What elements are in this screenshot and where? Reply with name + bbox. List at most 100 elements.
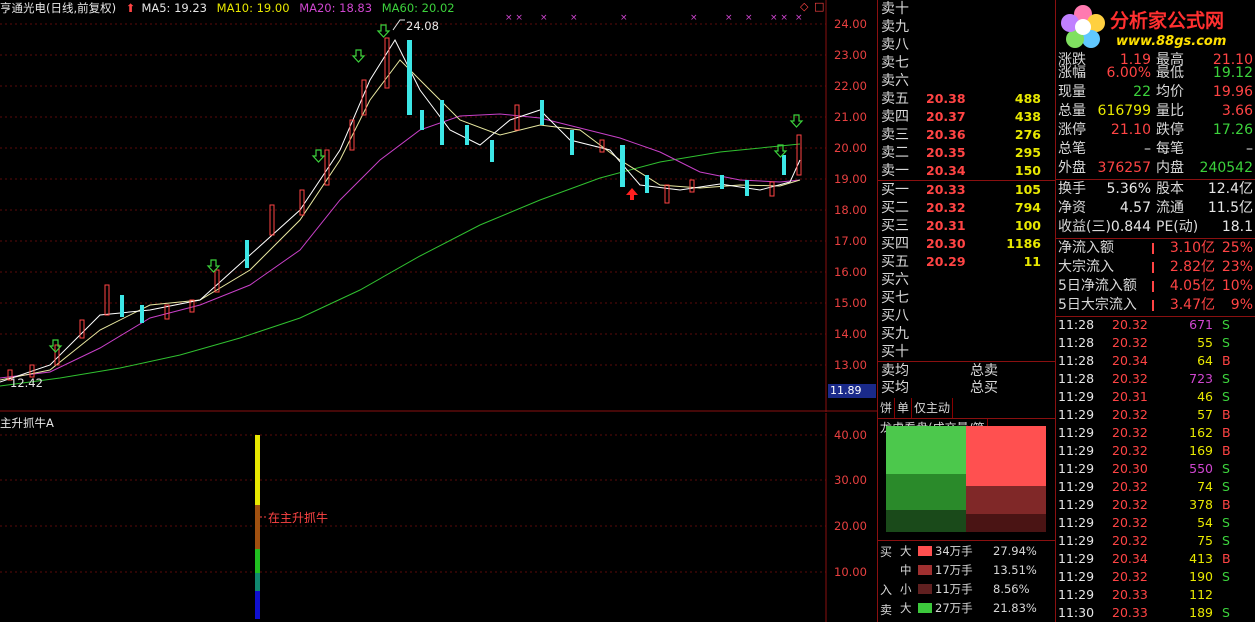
tab-pie[interactable]: 饼	[878, 398, 896, 418]
axis-label: 18.00	[834, 203, 867, 217]
tick-row[interactable]: 11:29 20.31 46 S	[1056, 388, 1255, 406]
tick-row[interactable]: 11:30 20.33 189 S	[1056, 604, 1255, 622]
svg-text:×: ×	[745, 13, 753, 23]
axis-label: 10.00	[834, 565, 867, 579]
order-book: 卖十 卖九 卖八 卖七 卖六 卖五 20.38 488 卖四 20.37 438 卖三 2…	[878, 0, 1055, 398]
indicator-axis: 40.00 30.00 20.00 10.00	[830, 413, 878, 622]
ask-row[interactable]: 卖十	[878, 0, 1055, 18]
tick-row[interactable]: 11:29 20.32 169 B	[1056, 442, 1255, 460]
ask-row[interactable]: 卖四 20.37 438	[878, 108, 1055, 126]
bid-row[interactable]: 买二 20.32 794	[878, 199, 1055, 217]
indicator-svg	[0, 413, 827, 622]
bid-row[interactable]: 买七	[878, 289, 1055, 307]
bid-row[interactable]: 买三 20.31 100	[878, 217, 1055, 235]
axis-label: 20.00	[834, 519, 867, 533]
flower-logo-icon	[1061, 5, 1105, 48]
tick-row[interactable]: 11:29 20.32 74 S	[1056, 478, 1255, 496]
tick-row[interactable]: 11:29 20.32 162 B	[1056, 424, 1255, 442]
bid-row[interactable]: 买五 20.29 11	[878, 253, 1055, 271]
axis-label: 17.00	[834, 234, 867, 248]
fund-flow-row: 5日大宗流入 3.47亿 9%	[1058, 297, 1253, 313]
svg-text:×: ×	[725, 13, 733, 23]
tick-row[interactable]: 11:28 20.32 723 S	[1056, 370, 1255, 388]
bid-row[interactable]: 买六	[878, 271, 1055, 289]
svg-text:×: ×	[570, 13, 578, 23]
flow-row: 大 27万手 21.83%	[900, 601, 1037, 615]
ask-row[interactable]: 卖六	[878, 72, 1055, 90]
logo: 分析家公式网 www.88gs.com	[1056, 0, 1255, 56]
svg-text:×: ×	[795, 13, 803, 23]
axis-label: 19.00	[834, 172, 867, 186]
indicator-annotation: 在主升抓牛	[268, 511, 329, 525]
logo-url: www.88gs.com	[1116, 34, 1227, 49]
bid-row[interactable]: 买四 20.30 1186	[878, 235, 1055, 253]
bid-row[interactable]: 买八	[878, 307, 1055, 325]
tick-row[interactable]: 11:28 20.32 55 S	[1056, 334, 1255, 352]
tick-row[interactable]: 11:29 20.32 378 B	[1056, 496, 1255, 514]
tick-row[interactable]: 11:28 20.34 64 B	[1056, 352, 1255, 370]
flow-treemap	[886, 426, 1046, 532]
axis-label: 15.00	[834, 296, 867, 310]
quote-row: 总笔 – 每笔 –	[1058, 141, 1253, 157]
axis-label: 16.00	[834, 265, 867, 279]
tick-row[interactable]: 11:29 20.32 54 S	[1056, 514, 1255, 532]
price-axis: 24.00 23.00 22.00 21.00 20.00 19.00 18.0…	[828, 0, 878, 412]
axis-label: 20.00	[834, 141, 867, 155]
tab-bar: 饼单仅主动龙虎看盘(成交量/笔	[878, 398, 1055, 438]
flow-swatch	[918, 565, 932, 575]
quote-row: 净资 4.57 流通 11.5亿	[1058, 200, 1253, 216]
quote-row: 涨幅 6.00% 最低 19.12	[1058, 65, 1253, 81]
axis-label: 22.00	[834, 79, 867, 93]
tab-single[interactable]: 单	[895, 398, 913, 418]
avg-buy-row: 买均 总买	[881, 380, 998, 396]
ask-row[interactable]: 卖九	[878, 18, 1055, 36]
quote-row: 总量 616799 量比 3.66	[1058, 103, 1253, 119]
flow-row: 大 34万手 27.94%	[900, 544, 1037, 558]
indicator-panel[interactable]: 主升抓牛A 在主升抓牛 40.00 30.00 20.00 10.00	[0, 413, 878, 622]
low-price-label: 12.42	[10, 376, 43, 390]
quote-panel: 分析家公式网 www.88gs.com 涨跌 1.19 最高 21.10 涨幅 6.00…	[1056, 0, 1255, 622]
high-price-label: 24.08	[406, 19, 439, 33]
quote-row: 涨停 21.10 跌停 17.26	[1058, 122, 1253, 138]
tick-list[interactable]: 11:28 20.32 671 S 11:28 20.32 55 S 11:28 20.34 64 B…	[1056, 316, 1255, 622]
quote-row: 现量 22 均价 19.96	[1058, 84, 1253, 100]
flow-swatch	[918, 546, 932, 556]
svg-text:×: ×	[540, 13, 548, 23]
quote-row: 外盘 376257 内盘 240542	[1058, 160, 1253, 176]
quote-row: 收益(三) 0.844 PE(动) 18.1	[1058, 219, 1253, 235]
bid-row[interactable]: 买一 20.33 105	[878, 181, 1055, 199]
main-chart[interactable]: 亨通光电(日线,前复权) ⬆ MA5: 19.23 MA10: 19.00 MA2…	[0, 0, 878, 412]
bid-row[interactable]: 买十	[878, 343, 1055, 361]
axis-label: 24.00	[834, 17, 867, 31]
tick-row[interactable]: 11:29 20.30 550 S	[1056, 460, 1255, 478]
fund-flow-row: 大宗流入 2.82亿 23%	[1058, 259, 1253, 275]
fund-flow-row: 净流入额 3.10亿 25%	[1058, 240, 1253, 256]
svg-text:× ×: × ×	[770, 13, 788, 23]
axis-label: 13.00	[834, 358, 867, 372]
tick-row[interactable]: 11:29 20.34 413 B	[1056, 550, 1255, 568]
fund-flow-row: 5日净流入额 4.05亿 10%	[1058, 278, 1253, 294]
ask-row[interactable]: 卖七	[878, 54, 1055, 72]
flow-table: 买 入 卖 大 34万手 27.94% 中 17万手 13.51% 小 11万手…	[878, 541, 1055, 622]
ask-row[interactable]: 卖三 20.36 276	[878, 126, 1055, 144]
tick-row[interactable]: 11:28 20.32 671 S	[1056, 316, 1255, 334]
ask-row[interactable]: 卖五 20.38 488	[878, 90, 1055, 108]
svg-text:×: ×	[690, 13, 698, 23]
flow-row: 中 17万手 13.51%	[900, 563, 1037, 577]
tick-row[interactable]: 11:29 20.32 75 S	[1056, 532, 1255, 550]
logo-title: 分析家公式网	[1110, 10, 1225, 32]
tick-row[interactable]: 11:29 20.32 190 S	[1056, 568, 1255, 586]
axis-label: 30.00	[834, 473, 867, 487]
ask-row[interactable]: 卖二 20.35 295	[878, 144, 1055, 162]
axis-label: 21.00	[834, 110, 867, 124]
bid-row[interactable]: 买九	[878, 325, 1055, 343]
flow-row: 小 11万手 8.56%	[900, 582, 1030, 596]
tick-row[interactable]: 11:29 20.32 57 B	[1056, 406, 1255, 424]
tab-active-only[interactable]: 仅主动	[912, 398, 954, 418]
tick-row[interactable]: 11:29 20.33 112	[1056, 586, 1255, 604]
ask-row[interactable]: 卖一 20.34 150	[878, 162, 1055, 180]
axis-label: 23.00	[834, 48, 867, 62]
svg-text:×: ×	[620, 13, 628, 23]
quote-row: 换手 5.36% 股本 12.4亿	[1058, 181, 1253, 197]
ask-row[interactable]: 卖八	[878, 36, 1055, 54]
